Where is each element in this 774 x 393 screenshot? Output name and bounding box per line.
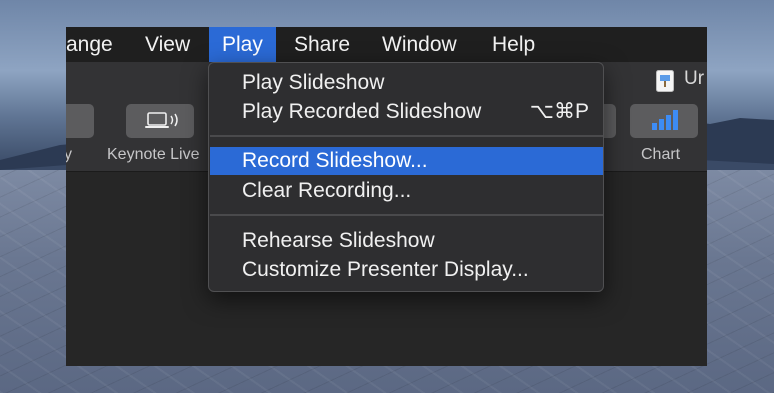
play-menu-dropdown: Play Slideshow Play Recorded Slideshow ⌥…: [208, 62, 604, 292]
document-title: Ur: [684, 68, 705, 89]
menu-item-label: Customize Presenter Display...: [242, 258, 529, 281]
menu-item-rehearse-slideshow[interactable]: Rehearse Slideshow: [210, 227, 603, 255]
menu-view[interactable]: View: [132, 27, 203, 62]
menu-play[interactable]: Play: [209, 27, 276, 62]
screen-broadcast-icon: [145, 112, 178, 128]
bar-chart-icon: [652, 110, 678, 130]
menu-item-clear-recording[interactable]: Clear Recording...: [210, 177, 603, 205]
chart-label: Chart: [641, 146, 681, 163]
keynote-live-button[interactable]: [126, 104, 194, 138]
menu-item-label: Rehearse Slideshow: [242, 229, 435, 252]
menu-item-label: Play Recorded Slideshow: [242, 100, 482, 123]
menu-separator: [210, 214, 603, 216]
menu-item-record-slideshow[interactable]: Record Slideshow...: [210, 147, 603, 175]
play-toolbar-label: y: [66, 146, 72, 163]
keynote-live-label: Keynote Live: [107, 146, 200, 163]
play-icon: [66, 104, 94, 138]
menu-share[interactable]: Share: [281, 27, 363, 62]
table-button[interactable]: [602, 104, 616, 138]
menu-item-customize-presenter-display[interactable]: Customize Presenter Display...: [210, 256, 603, 284]
menu-item-play-slideshow[interactable]: Play Slideshow: [210, 69, 603, 97]
menu-item-label: Clear Recording...: [242, 179, 412, 202]
menu-item-label: Play Slideshow: [242, 71, 385, 94]
keynote-document-icon: [656, 70, 674, 92]
keyboard-shortcut: ⌥⌘P: [529, 100, 589, 123]
play-toolbar-button[interactable]: [66, 104, 94, 138]
menu-help[interactable]: Help: [479, 27, 548, 62]
menu-arrange[interactable]: ange: [66, 27, 126, 62]
menu-separator: [210, 135, 603, 137]
menu-window[interactable]: Window: [369, 27, 470, 62]
chart-button[interactable]: [630, 104, 698, 138]
menu-item-label: Record Slideshow...: [242, 149, 428, 172]
menubar: ange View Play Share Window Help: [66, 27, 707, 62]
menu-item-play-recorded-slideshow[interactable]: Play Recorded Slideshow ⌥⌘P: [210, 98, 603, 126]
